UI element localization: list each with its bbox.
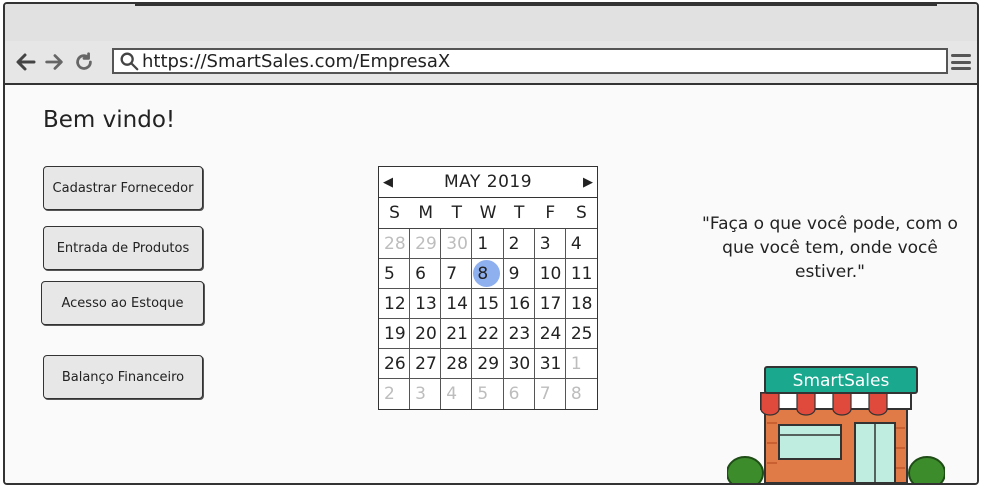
cadastrar-fornecedor-button[interactable]: Cadastrar Fornecedor [43, 166, 203, 210]
weekday-label: T [441, 198, 473, 229]
calendar-day-cell[interactable]: 2 [503, 229, 535, 259]
browser-window: Bem vindo! Cadastrar Fornecedor Entrada … [3, 2, 979, 485]
title-bar [5, 4, 977, 43]
acesso-estoque-button[interactable]: Acesso ao Estoque [41, 281, 204, 325]
calendar-day-cell[interactable]: 26 [379, 349, 411, 379]
motivational-quote: "Faça o que você pode, com o que você te… [702, 214, 958, 282]
calendar-day-cell[interactable]: 31 [534, 349, 566, 379]
day-grid: 28 29 30 1 2 3 4 5 6 7 8 9 10 11 12 13 14 15 16 17 18 19 20 21 2… [379, 229, 597, 409]
calendar-day-cell[interactable]: 12 [379, 289, 411, 319]
smartsales-store-illustration: SmartSales [727, 366, 945, 483]
weekday-label: S [379, 198, 411, 229]
calendar: ◀ MAY 2019 ▶ SMTWTFS 28 29 30 1 2 3 4 5 6 7 8 9 10 11… [378, 166, 598, 410]
calendar-day-cell[interactable]: 1 [565, 349, 597, 379]
calendar-day-cell[interactable]: 3 [534, 229, 566, 259]
calendar-day-cell[interactable]: 24 [534, 319, 566, 349]
navigation-bar [5, 41, 977, 85]
calendar-day-cell[interactable]: 28 [379, 229, 411, 259]
calendar-day-cell[interactable]: 29 [472, 349, 504, 379]
calendar-month-label: MAY 2019 [443, 172, 533, 192]
calendar-day-cell[interactable]: 20 [410, 319, 442, 349]
url-input[interactable] [140, 50, 924, 72]
calendar-day-cell[interactable]: 6 [504, 379, 535, 409]
calendar-day-cell[interactable]: 28 [441, 349, 473, 379]
search-icon [120, 52, 139, 71]
calendar-day-cell[interactable]: 29 [410, 229, 442, 259]
calendar-day-cell[interactable]: 23 [503, 319, 535, 349]
back-icon[interactable] [13, 49, 39, 75]
weekday-label: W [472, 198, 504, 229]
calendar-day-cell[interactable]: 6 [410, 259, 442, 289]
hamburger-menu-icon[interactable] [951, 54, 971, 70]
balanco-financeiro-button[interactable]: Balanço Financeiro [43, 355, 203, 399]
calendar-day-cell[interactable]: 22 [472, 319, 504, 349]
calendar-day-cell[interactable]: 3 [410, 379, 442, 409]
calendar-day-cell[interactable]: 21 [441, 319, 473, 349]
calendar-day-cell[interactable]: 27 [410, 349, 442, 379]
forward-icon[interactable] [41, 49, 67, 75]
calendar-day-cell[interactable]: 7 [441, 259, 473, 289]
calendar-day-cell[interactable]: 5 [472, 379, 504, 409]
calendar-day-cell[interactable]: 11 [565, 259, 597, 289]
calendar-day-cell[interactable]: 5 [379, 259, 411, 289]
calendar-day-cell[interactable]: 10 [534, 259, 566, 289]
logo-text: SmartSales [793, 371, 890, 391]
calendar-day-cell[interactable]: 16 [503, 289, 535, 319]
calendar-day-cell[interactable]: 8 [566, 379, 597, 409]
calendar-day-cell[interactable]: 7 [535, 379, 566, 409]
calendar-day-cell[interactable]: 2 [379, 379, 411, 409]
weekday-row: SMTWTFS [379, 198, 597, 229]
welcome-heading: Bem vindo! [43, 107, 176, 133]
calendar-day-cell[interactable]: 25 [565, 319, 597, 349]
page-content: Bem vindo! Cadastrar Fornecedor Entrada … [5, 85, 977, 483]
weekday-label: M [410, 198, 442, 229]
weekday-label: T [503, 198, 535, 229]
calendar-day-cell[interactable]: 18 [565, 289, 597, 319]
calendar-day-cell[interactable]: 4 [441, 379, 473, 409]
reload-icon[interactable] [71, 49, 97, 75]
calendar-day-cell[interactable]: 30 [441, 229, 473, 259]
calendar-day-cell[interactable]: 8 [472, 259, 504, 289]
calendar-header: ◀ MAY 2019 ▶ [379, 167, 597, 198]
address-bar[interactable] [112, 48, 948, 74]
calendar-day-cell[interactable]: 13 [410, 289, 442, 319]
entrada-produtos-button[interactable]: Entrada de Produtos [43, 226, 203, 270]
weekday-label: F [534, 198, 566, 229]
calendar-day-cell[interactable]: 15 [472, 289, 504, 319]
calendar-day-cell[interactable]: 9 [503, 259, 535, 289]
prev-month-icon[interactable]: ◀ [383, 175, 393, 190]
calendar-day-cell[interactable]: 30 [503, 349, 535, 379]
next-month-icon[interactable]: ▶ [583, 175, 593, 190]
calendar-day-cell[interactable]: 14 [441, 289, 473, 319]
calendar-day-cell[interactable]: 1 [472, 229, 504, 259]
weekday-label: S [565, 198, 597, 229]
calendar-day-cell[interactable]: 17 [534, 289, 566, 319]
calendar-day-cell[interactable]: 4 [565, 229, 597, 259]
calendar-day-cell[interactable]: 19 [379, 319, 411, 349]
